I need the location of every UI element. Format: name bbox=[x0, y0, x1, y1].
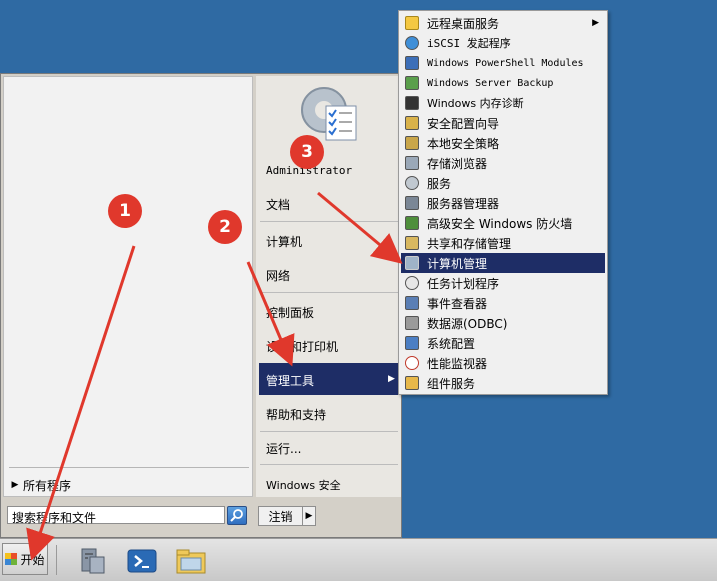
annotation-badge: 3 bbox=[290, 135, 324, 169]
annotation-arrows bbox=[26, 191, 403, 561]
annotation-badge: 1 bbox=[108, 194, 142, 228]
annotation-badge: 2 bbox=[208, 210, 242, 244]
